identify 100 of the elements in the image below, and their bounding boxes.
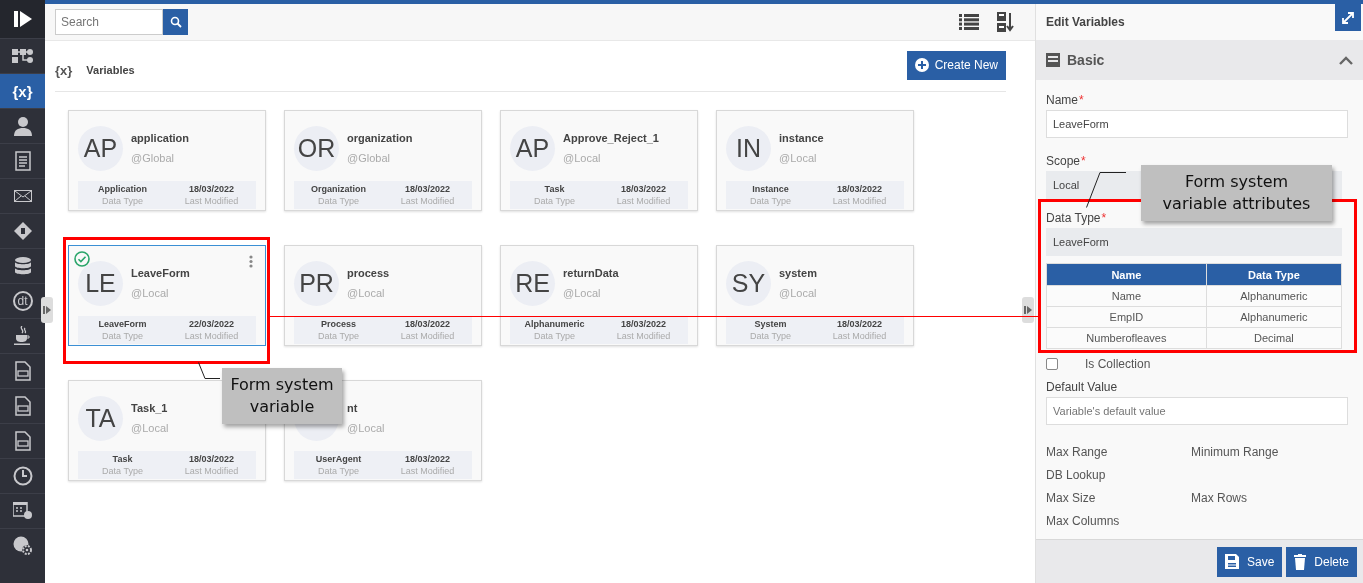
variable-name: Approve_Reject_1 bbox=[563, 132, 659, 144]
modified-label: Last Modified bbox=[616, 331, 671, 341]
variable-name: process bbox=[347, 267, 390, 279]
modified-label: Last Modified bbox=[184, 331, 239, 341]
data-type-value: LeaveForm bbox=[98, 319, 147, 329]
file-icon bbox=[14, 431, 31, 451]
envelope-icon bbox=[13, 190, 32, 202]
data-type-label: Data Type bbox=[102, 466, 143, 476]
variable-card[interactable]: OR organization @Global Organization Data Type 18/03/2022 Last Modified bbox=[284, 110, 482, 211]
variable-scope: @Local bbox=[779, 287, 817, 299]
modified-label: Last Modified bbox=[832, 196, 887, 206]
variable-card[interactable]: AP application @Global Application Data Type 18/03/2022 Last Modified bbox=[68, 110, 266, 211]
diamond-icon bbox=[13, 222, 32, 240]
section-header[interactable]: Basic bbox=[1036, 40, 1363, 80]
variable-name: system bbox=[779, 267, 817, 279]
create-new-button[interactable]: Create New bbox=[906, 50, 1006, 80]
data-type-label: Data Type bbox=[102, 331, 143, 341]
data-type-value: Alphanumeric bbox=[524, 319, 585, 329]
collapse-handle[interactable] bbox=[1022, 297, 1034, 323]
coffee-cup-icon bbox=[13, 326, 32, 346]
table-cell: Name bbox=[1046, 285, 1207, 307]
search-button[interactable] bbox=[163, 9, 188, 35]
modified-date: 18/03/2022 bbox=[188, 184, 234, 194]
leader-line bbox=[1086, 172, 1126, 208]
data-type-value: Application bbox=[98, 184, 147, 194]
flow-diagram-icon bbox=[11, 48, 34, 64]
table-cell: Numberofleaves bbox=[1046, 327, 1207, 349]
sidebar-item[interactable] bbox=[0, 0, 45, 38]
modified-date: 18/03/2022 bbox=[836, 184, 882, 194]
globe-gear-icon bbox=[12, 536, 33, 556]
modified-label: Last Modified bbox=[400, 331, 455, 341]
modified-date: 22/03/2022 bbox=[188, 319, 234, 329]
avatar: OR bbox=[294, 125, 339, 171]
variable-name: application bbox=[131, 132, 190, 144]
data-type-label: Data Type bbox=[102, 196, 143, 206]
data-type-value: UserAgent bbox=[315, 454, 362, 464]
variable-scope: @Global bbox=[347, 152, 391, 164]
input-field[interactable]: LeaveForm bbox=[1046, 228, 1342, 256]
modified-label: Last Modified bbox=[184, 466, 239, 476]
modified-label: Last Modified bbox=[400, 466, 455, 476]
column-header: Name bbox=[1046, 263, 1207, 286]
avatar: LE bbox=[78, 260, 123, 306]
modified-label: Last Modified bbox=[184, 196, 239, 206]
modified-date: 18/03/2022 bbox=[620, 184, 666, 194]
avatar: AP bbox=[78, 125, 123, 171]
checkbox[interactable] bbox=[1046, 358, 1058, 370]
avatar: IN bbox=[726, 125, 771, 171]
save-button[interactable]: Save bbox=[1216, 546, 1283, 577]
expand-icon bbox=[1341, 10, 1355, 25]
calendar-icon bbox=[12, 502, 33, 520]
user-icon bbox=[13, 116, 32, 136]
input-field[interactable]: Variable's default value bbox=[1046, 397, 1348, 425]
list-view-icon[interactable] bbox=[959, 14, 979, 30]
variable-scope: @Local bbox=[131, 422, 169, 434]
search-field[interactable]: Search bbox=[55, 9, 163, 35]
file-icon bbox=[14, 396, 31, 416]
sidebar-item[interactable]: {x} bbox=[0, 73, 45, 108]
variable-name: nt bbox=[347, 402, 359, 414]
variable-scope: @Global bbox=[131, 152, 175, 164]
table-cell: EmpID bbox=[1046, 306, 1207, 328]
leader-line bbox=[198, 362, 220, 380]
column-header: Data Type bbox=[1206, 263, 1342, 286]
property-label: DB Lookup bbox=[1046, 467, 1107, 482]
modified-date: 18/03/2022 bbox=[188, 454, 234, 464]
clock-icon bbox=[12, 466, 33, 486]
data-type-value: Task bbox=[544, 184, 565, 194]
file-icon bbox=[14, 361, 31, 381]
variable-card[interactable]: LE LeaveForm @Local LeaveForm Data Type 22/03/2022 Last Modified bbox=[68, 245, 266, 346]
variable-scope: @Local bbox=[779, 152, 818, 164]
collapse-handle[interactable] bbox=[41, 297, 53, 323]
data-type-value: Instance bbox=[752, 184, 789, 194]
callout-tooltip: Form system variable attributes bbox=[1141, 165, 1332, 221]
check-circle-icon bbox=[74, 251, 90, 267]
variable-card[interactable]: IN instance @Local Instance Data Type 18/03/2022 Last Modified bbox=[716, 110, 914, 211]
delete-button[interactable]: Delete bbox=[1286, 546, 1357, 577]
variable-card[interactable]: SY system @Local System Data Type 18/03/2022 Last Modified bbox=[716, 245, 914, 346]
modified-date: 18/03/2022 bbox=[404, 319, 450, 329]
variable-card[interactable]: RE returnData @Local Alphanumeric Data Type 18/03/2022 Last Modified bbox=[500, 245, 698, 346]
modified-date: 18/03/2022 bbox=[404, 454, 450, 464]
database-icon bbox=[14, 257, 31, 275]
data-type-label: Data Type bbox=[750, 196, 791, 206]
sort-icon[interactable] bbox=[997, 12, 1015, 32]
form-icon bbox=[1046, 53, 1060, 67]
property-label: Max Rows bbox=[1191, 490, 1248, 505]
avatar: TA bbox=[78, 395, 123, 441]
data-type-value: Task bbox=[112, 454, 133, 464]
document-icon bbox=[14, 151, 31, 171]
trash-icon bbox=[1294, 553, 1307, 570]
expand-button[interactable] bbox=[1335, 4, 1361, 31]
variable-card[interactable]: AP Approve_Reject_1 @Local Task Data Type 18/03/2022 Last Modified bbox=[500, 110, 698, 211]
page-title: Variables bbox=[86, 64, 136, 76]
variable-card[interactable]: PR process @Local Process Data Type 18/03/2022 Last Modified bbox=[284, 245, 482, 346]
property-label: Max Columns bbox=[1046, 513, 1121, 528]
modified-date: 18/03/2022 bbox=[620, 319, 666, 329]
checkbox-label: Is Collection bbox=[1085, 357, 1151, 371]
plus-circle-icon bbox=[914, 58, 929, 72]
field-label: Default Value bbox=[1046, 380, 1119, 394]
more-options-icon[interactable] bbox=[249, 255, 253, 268]
input-field[interactable]: LeaveForm bbox=[1046, 110, 1348, 138]
modified-date: 18/03/2022 bbox=[404, 184, 450, 194]
